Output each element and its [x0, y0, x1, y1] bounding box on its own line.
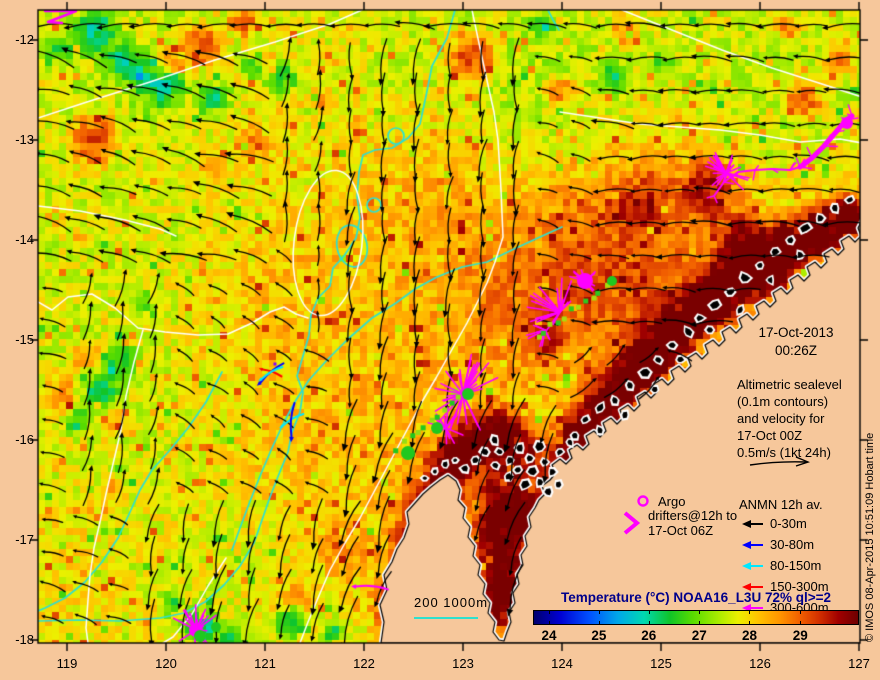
depth-range-label: 30-80m — [770, 537, 815, 552]
temperature-colorbar — [533, 610, 859, 625]
lat-tick-label: -15 — [15, 332, 34, 347]
colorbar-tick-mark — [548, 621, 550, 625]
lat-tick-label: -18 — [15, 632, 34, 647]
colorbar-tick: 26 — [641, 628, 657, 643]
isobath-line-sample — [414, 617, 478, 619]
isobath-label: 200 1000m — [414, 595, 489, 610]
colorbar-tick-mark — [749, 621, 751, 625]
depth-arrow-icon — [742, 561, 763, 570]
lat-tick-label: -17 — [15, 532, 34, 547]
depth-arrow-icon — [742, 519, 763, 528]
lon-tick-label: 127 — [848, 656, 870, 671]
lon-tick-label: 124 — [551, 656, 573, 671]
altimetric-note: Altimetric sealevel (0.1m contours) and ve… — [737, 376, 842, 461]
altimetric-note-line: 17-Oct 00Z — [737, 428, 803, 443]
colorbar-tick-mark — [648, 610, 650, 614]
lon-tick-label: 121 — [254, 656, 276, 671]
map-date: 17-Oct-2013 — [758, 325, 834, 340]
colorbar-tick-mark — [699, 621, 701, 625]
drifter-label-line2: 17-Oct 06Z — [648, 523, 714, 538]
anmn-entry: 0-30m — [740, 513, 829, 534]
colorbar-tick: 28 — [741, 628, 757, 643]
lat-tick-label: -14 — [15, 232, 34, 247]
timestamp-block: 17-Oct-2013 00:26Z — [726, 324, 866, 360]
argo-icon — [637, 495, 649, 507]
altimetric-note-line: and velocity for — [737, 411, 825, 426]
argo-label: Argo — [658, 494, 686, 509]
lon-tick-label: 119 — [56, 656, 78, 671]
colorbar-tick-mark — [800, 610, 802, 614]
anmn-entry: 30-80m — [740, 534, 829, 555]
drifter-chevron-icon — [623, 511, 641, 535]
anmn-entry: 80-150m — [740, 555, 829, 576]
drifter-legend: drifters@12h to 17-Oct 06Z — [648, 508, 737, 538]
altimetric-note-line: (0.1m contours) — [737, 394, 829, 409]
depth-range-label: 0-30m — [770, 516, 807, 531]
oceancurrent-map-figure: 119 120 121 122 123 124 125 126 127 -12 -13 -14 -15… — [0, 0, 880, 680]
colorbar-tick-mark — [598, 621, 600, 625]
depth-arrow-icon — [742, 540, 763, 549]
colorbar-tick-mark — [598, 610, 600, 614]
lat-tick-label: -13 — [15, 132, 34, 147]
altimetric-note-line: Altimetric sealevel — [737, 377, 842, 392]
colorbar-tick: 24 — [541, 628, 557, 643]
colorbar-title: Temperature (°C) NOAA16_L3U 72% ql>=2 — [561, 590, 831, 605]
lon-tick-label: 122 — [353, 656, 375, 671]
lon-tick-label: 126 — [749, 656, 771, 671]
velocity-scale-arrow-icon — [749, 456, 810, 467]
copyright-text: © IMOS 08-Apr-2015 10:51:09 Hobart time — [864, 432, 876, 642]
lon-tick-label: 125 — [650, 656, 672, 671]
lon-tick-label: 123 — [452, 656, 474, 671]
colorbar-tick: 25 — [591, 628, 607, 643]
colorbar-tick-mark — [648, 621, 650, 625]
colorbar-tick-mark — [800, 621, 802, 625]
depth-range-label: 80-150m — [770, 558, 822, 573]
lon-tick-label: 120 — [155, 656, 177, 671]
lat-tick-label: -16 — [15, 432, 34, 447]
colorbar-tick-mark — [548, 610, 550, 614]
colorbar-tick: 27 — [691, 628, 707, 643]
colorbar-tick-mark — [699, 610, 701, 614]
colorbar-tick-mark — [749, 610, 751, 614]
lat-tick-label: -12 — [15, 32, 34, 47]
drifter-label-line1: drifters@12h to — [648, 508, 738, 523]
colorbar-tick: 29 — [792, 628, 808, 643]
map-time: 00:26Z — [774, 343, 818, 358]
anmn-title: ANMN 12h av. — [739, 497, 823, 512]
